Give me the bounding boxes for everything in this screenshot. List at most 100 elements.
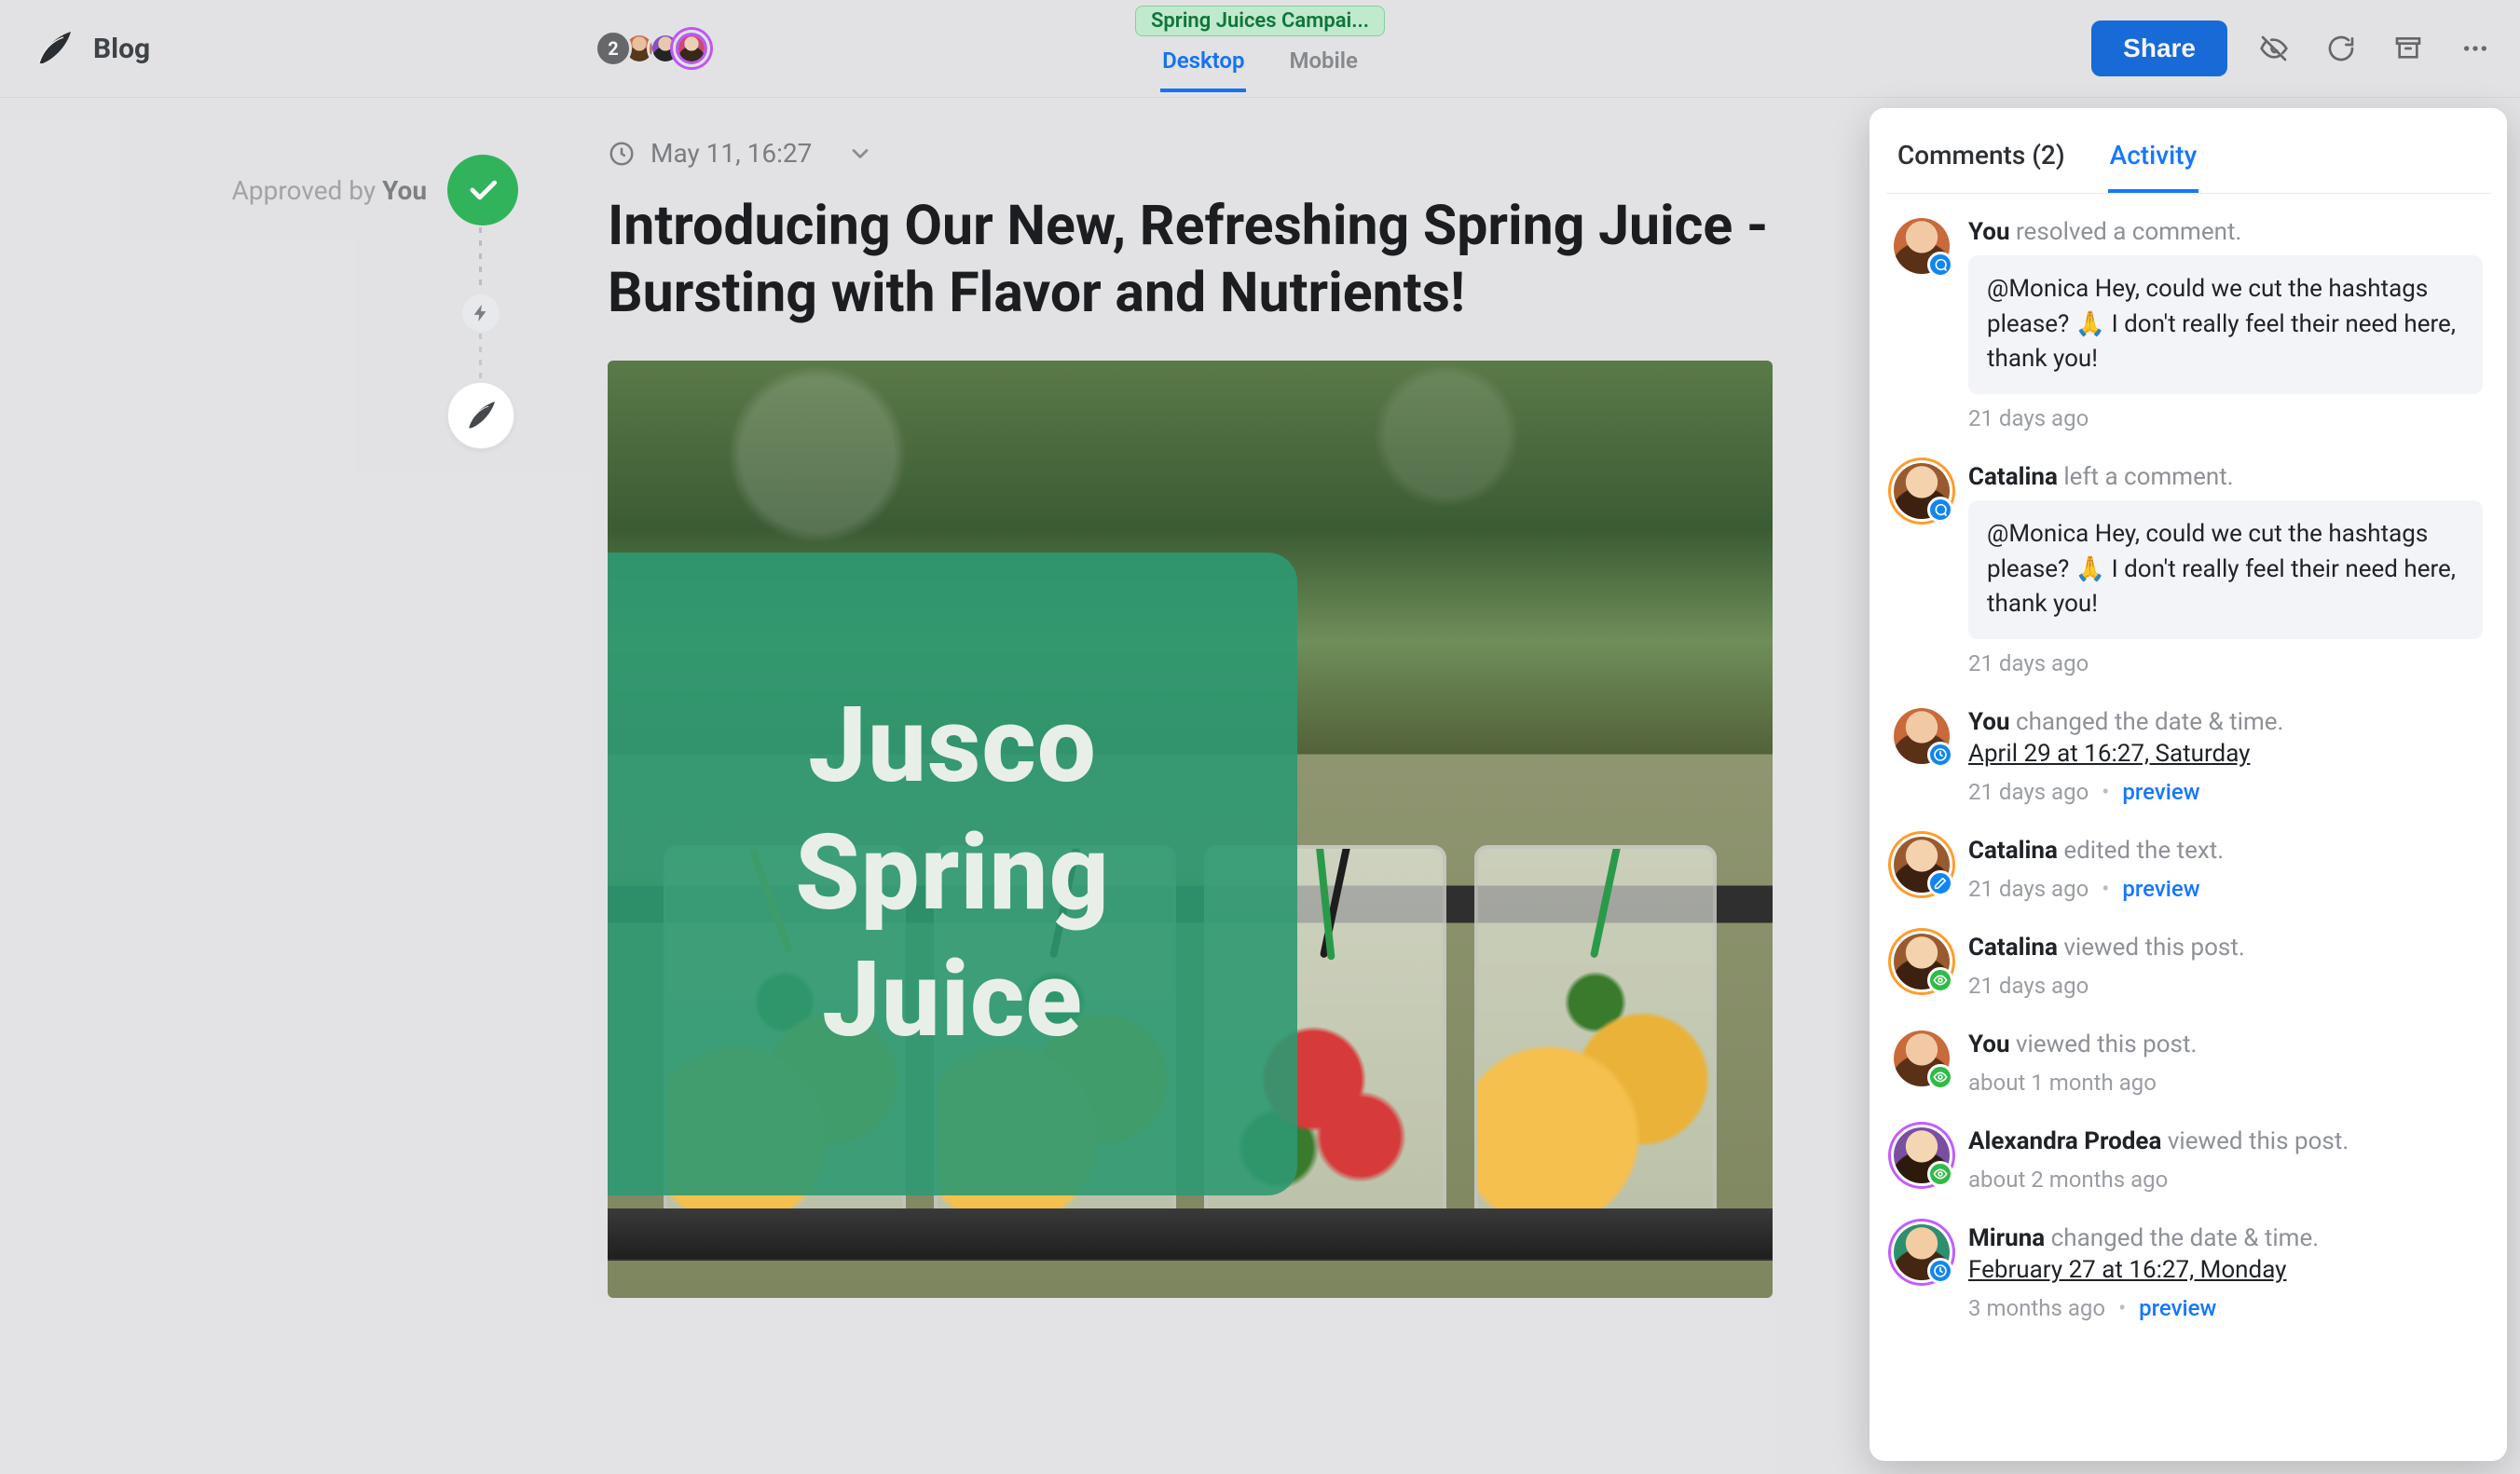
eye-badge-icon (1927, 1064, 1953, 1090)
activity-date-link[interactable]: February 27 at 16:27, Monday (1968, 1256, 2286, 1284)
collaborator-count-badge[interactable]: 2 (595, 30, 632, 67)
activity-meta: You resolved a comment. (1968, 218, 2483, 246)
activity-time: 3 months ago•preview (1968, 1295, 2483, 1321)
collaborator-stack[interactable]: 2 (595, 30, 710, 67)
approved-prefix: Approved by (232, 175, 382, 206)
post-title: Introducing Our New, Refreshing Spring J… (608, 193, 1773, 327)
timestamp-row[interactable]: May 11, 16:27 (608, 138, 1773, 169)
approval-status-block: Approved by You (201, 155, 518, 225)
activity-item: You resolved a comment. @Monica Hey, coul… (1894, 218, 2483, 431)
view-tabs: Desktop Mobile (1160, 42, 1360, 92)
visibility-off-icon[interactable] (2253, 28, 2294, 69)
activity-time: 21 days ago (1968, 405, 2483, 431)
activity-avatar[interactable] (1894, 934, 1950, 989)
collaborator-avatar[interactable] (673, 30, 710, 67)
activity-feed: You resolved a comment. @Monica Hey, coul… (1886, 218, 2490, 1321)
tab-activity[interactable]: Activity (2108, 129, 2199, 193)
edit-badge-icon (1927, 870, 1953, 896)
activity-time: 21 days ago•preview (1968, 876, 2483, 902)
hero-shelf (608, 1208, 1773, 1261)
brand-block: Blog (32, 26, 150, 71)
top-bar: Blog 2 Spring Juices Campai... Desktop M… (0, 0, 2520, 98)
clock-badge-icon (1927, 1258, 1953, 1284)
activity-body: You changed the date & time. April 29 at … (1968, 708, 2483, 805)
activity-item: Catalina edited the text. 21 days ago•pre… (1894, 837, 2483, 902)
activity-meta: Alexandra Prodea viewed this post. (1968, 1127, 2483, 1155)
app-label: Blog (93, 33, 150, 65)
approved-line: Approved by You (201, 155, 518, 225)
activity-body: You viewed this post. about 1 month ago (1968, 1030, 2483, 1096)
activity-body: Miruna changed the date & time. February … (1968, 1224, 2483, 1321)
tab-desktop[interactable]: Desktop (1160, 42, 1246, 92)
activity-avatar[interactable] (1894, 1224, 1950, 1280)
campaign-chip[interactable]: Spring Juices Campai... (1135, 6, 1385, 36)
refresh-icon[interactable] (2321, 28, 2362, 69)
activity-item: Miruna changed the date & time. February … (1894, 1224, 2483, 1321)
preview-link[interactable]: preview (2139, 1295, 2216, 1321)
activity-time: 21 days ago (1968, 973, 2483, 999)
activity-actor: Catalina (1968, 463, 2058, 491)
activity-time: 21 days ago (1968, 650, 2483, 676)
approved-check-icon[interactable] (447, 155, 518, 225)
bolt-step-icon[interactable] (462, 294, 500, 332)
comment-badge-icon (1927, 252, 1953, 278)
quill-logo-icon (32, 26, 76, 71)
timeline-connector (479, 334, 482, 380)
activity-item: You changed the date & time. April 29 at … (1894, 708, 2483, 805)
clock-badge-icon (1927, 742, 1953, 768)
activity-meta: You changed the date & time. (1968, 708, 2483, 736)
share-button[interactable]: Share (2091, 20, 2227, 76)
eye-badge-icon (1927, 967, 1953, 993)
activity-body: Catalina viewed this post. 21 days ago (1968, 934, 2483, 999)
activity-date-link[interactable]: April 29 at 16:27, Saturday (1968, 740, 2250, 768)
post-content: May 11, 16:27 Introducing Our New, Refre… (608, 138, 1773, 1298)
activity-comment: @Monica Hey, could we cut the hashtags p… (1968, 500, 2483, 639)
eye-badge-icon (1927, 1161, 1953, 1187)
activity-actor: Catalina (1968, 934, 2058, 962)
clock-icon (608, 140, 636, 168)
tab-comments[interactable]: Comments (2) (1896, 129, 2067, 193)
activity-actor: Catalina (1968, 837, 2058, 865)
jar (1474, 845, 1717, 1236)
activity-avatar[interactable] (1894, 837, 1950, 893)
tab-mobile[interactable]: Mobile (1287, 42, 1359, 92)
activity-avatar[interactable] (1894, 1030, 1950, 1086)
post-timestamp: May 11, 16:27 (651, 138, 812, 169)
preview-link[interactable]: preview (2122, 876, 2199, 902)
activity-meta: Catalina left a comment. (1968, 463, 2483, 491)
chevron-down-icon[interactable] (847, 141, 873, 167)
activity-avatar[interactable] (1894, 708, 1950, 764)
archive-icon[interactable] (2388, 28, 2429, 69)
activity-time: 21 days ago•preview (1968, 779, 2483, 805)
activity-avatar[interactable] (1894, 463, 1950, 519)
post-hero-image: Jusco Spring Juice (608, 361, 1773, 1298)
more-icon[interactable] (2455, 28, 2496, 69)
activity-time: about 1 month ago (1968, 1070, 2483, 1096)
activity-actor: You (1968, 218, 2010, 246)
activity-meta: Miruna changed the date & time. (1968, 1224, 2483, 1252)
preview-link[interactable]: preview (2122, 779, 2199, 805)
activity-avatar[interactable] (1894, 218, 1950, 274)
activity-actor: Miruna (1968, 1224, 2045, 1252)
activity-actor: Alexandra Prodea (1968, 1127, 2161, 1155)
activity-meta: Catalina edited the text. (1968, 837, 2483, 865)
activity-body: Alexandra Prodea viewed this post.about … (1968, 1127, 2483, 1193)
activity-meta: Catalina viewed this post. (1968, 934, 2483, 962)
activity-meta: You viewed this post. (1968, 1030, 2483, 1058)
activity-item: Alexandra Prodea viewed this post.about … (1894, 1127, 2483, 1193)
header-center: Spring Juices Campai... Desktop Mobile (1135, 0, 1385, 97)
comment-badge-icon (1927, 497, 1953, 523)
activity-item: Catalina viewed this post. 21 days ago (1894, 934, 2483, 999)
activity-body: Catalina edited the text. 21 days ago•pre… (1968, 837, 2483, 902)
compose-step-icon[interactable] (447, 382, 514, 449)
activity-panel: Comments (2) Activity You resolved a com… (1869, 108, 2507, 1461)
hero-overlay-text: Jusco Spring Juice (795, 683, 1110, 1065)
activity-item: Catalina left a comment. @Monica Hey, cou… (1894, 463, 2483, 676)
activity-comment: @Monica Hey, could we cut the hashtags p… (1968, 255, 2483, 394)
activity-actor: You (1968, 1030, 2010, 1058)
activity-body: Catalina left a comment. @Monica Hey, cou… (1968, 463, 2483, 676)
timeline-connector (479, 227, 482, 293)
panel-tabs: Comments (2) Activity (1886, 129, 2490, 194)
topbar-actions: Share (2091, 20, 2496, 76)
activity-avatar[interactable] (1894, 1127, 1950, 1183)
